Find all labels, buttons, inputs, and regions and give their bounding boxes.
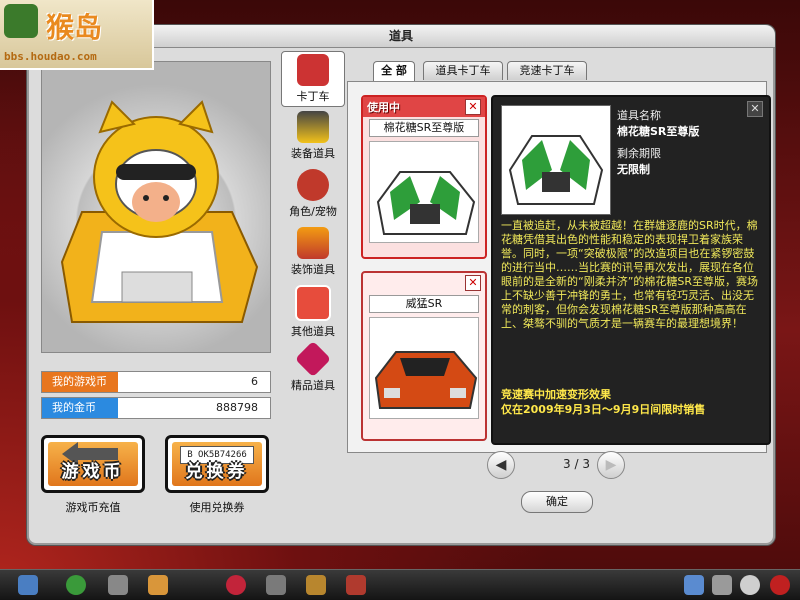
game-coin-value: 6 — [251, 375, 258, 388]
gem-icon — [294, 340, 332, 378]
next-page-button[interactable]: ▶ — [597, 451, 625, 479]
cart-icon[interactable] — [108, 575, 128, 595]
book-icon[interactable] — [346, 575, 366, 595]
item-name: 棉花糖SR至尊版 — [369, 119, 479, 137]
character-preview — [41, 61, 271, 353]
kart-icon — [297, 54, 329, 86]
game-taskbar — [0, 569, 800, 600]
promo-line: 竞速赛中加速变形效果 — [501, 388, 611, 401]
recharge-game-coin-button[interactable]: 游戏币 — [41, 435, 145, 493]
gold-label: 我的金币 — [42, 398, 118, 418]
search-icon[interactable] — [740, 575, 760, 595]
tools-icon[interactable] — [712, 575, 732, 595]
kart-image — [369, 317, 479, 419]
item-window: 道具 我的游戏币 6 我的金币 888798 游戏币 游戏币充值 B OK5B7… — [26, 24, 776, 546]
item-name: 威猛SR — [369, 295, 479, 313]
power-icon[interactable] — [770, 575, 790, 595]
category-label: 角色/宠物 — [289, 205, 337, 218]
flame-icon — [297, 227, 329, 259]
expire-label: 剩余期限 — [617, 147, 661, 160]
giftbox-icon — [295, 285, 331, 321]
character-icon[interactable] — [148, 575, 168, 595]
game-coin-label: 我的游戏币 — [42, 372, 118, 392]
goggles-icon — [297, 111, 329, 143]
monkey-icon — [297, 169, 329, 201]
page-indicator: 3 / 3 — [563, 457, 590, 471]
refresh-icon[interactable] — [66, 575, 86, 595]
close-icon[interactable]: ✕ — [747, 101, 763, 117]
kart-icon[interactable] — [684, 575, 704, 595]
app-icon[interactable] — [18, 575, 38, 595]
category-character-pet[interactable]: 角色/宠物 — [281, 169, 345, 219]
close-icon[interactable]: ✕ — [465, 99, 481, 115]
category-kart[interactable]: 卡丁车 — [281, 51, 345, 107]
promo-text: 竞速赛中加速变形效果 仅在2009年9月3日～9月9日间限时销售 — [501, 387, 761, 417]
tab-item-karts[interactable]: 道具卡丁车 — [423, 61, 503, 80]
category-premium[interactable]: 精品道具 — [281, 340, 345, 393]
gold-value: 888798 — [216, 401, 258, 414]
recharge-caption: 游戏币充值 — [65, 501, 121, 514]
tab-all[interactable]: 全 部 — [373, 61, 415, 81]
category-label: 装备道具 — [291, 147, 335, 160]
category-label: 卡丁车 — [296, 90, 330, 103]
category-label: 装饰道具 — [291, 263, 335, 276]
heart-icon[interactable] — [226, 575, 246, 595]
voucher-caption: 使用兑换券 — [189, 501, 245, 514]
category-label: 精品道具 — [291, 379, 335, 392]
category-other[interactable]: 其他道具 — [281, 285, 345, 339]
expire-value: 无限制 — [617, 163, 650, 176]
detail-kart-image — [501, 105, 611, 215]
logo-title: 猴岛 — [46, 11, 103, 44]
palm-tree-icon — [4, 4, 38, 38]
category-label: 其他道具 — [291, 325, 335, 338]
voucher-button-label: 兑换券 — [185, 462, 249, 482]
logo-url: bbs.houdao.com — [4, 50, 97, 63]
pen-icon[interactable] — [266, 575, 286, 595]
character-kart-image — [60, 100, 259, 323]
item-card[interactable]: ✕ 威猛SR — [361, 271, 487, 441]
recharge-button-label: 游戏币 — [61, 462, 125, 482]
page-separator: / — [574, 457, 579, 471]
current-page: 3 — [563, 457, 571, 471]
site-logo: 猴岛 bbs.houdao.com — [0, 0, 154, 70]
promo-line: 仅在2009年9月3日～9月9日间限时销售 — [501, 403, 706, 416]
use-voucher-button[interactable]: B OK5B74266 兑换券 — [165, 435, 269, 493]
item-detail-panel: ✕ 道具名称 棉花糖SR至尊版 剩余期限 无限制 一直被追赶，从未被超越！在群雄… — [491, 95, 771, 445]
game-coin-row: 我的游戏币 6 — [41, 371, 271, 393]
confirm-button[interactable]: 确定 — [521, 491, 593, 513]
item-name-value: 棉花糖SR至尊版 — [617, 125, 700, 138]
category-decoration[interactable]: 装饰道具 — [281, 227, 345, 277]
item-name-label: 道具名称 — [617, 109, 661, 122]
total-pages: 3 — [582, 457, 590, 471]
in-use-badge: 使用中 — [367, 101, 400, 114]
item-card[interactable]: 使用中 ✕ 棉花糖SR至尊版 — [361, 95, 487, 259]
category-equipment[interactable]: 装备道具 — [281, 111, 345, 161]
close-icon[interactable]: ✕ — [465, 275, 481, 291]
prev-page-button[interactable]: ◀ — [487, 451, 515, 479]
tab-racing-karts[interactable]: 竞速卡丁车 — [507, 61, 587, 80]
item-description: 一直被追赶，从未被超越！在群雄逐鹿的SR时代，棉花糖凭借其出色的性能和稳定的表现… — [501, 219, 759, 330]
shoe-icon[interactable] — [306, 575, 326, 595]
kart-image — [369, 141, 479, 243]
gold-row: 我的金币 888798 — [41, 397, 271, 419]
